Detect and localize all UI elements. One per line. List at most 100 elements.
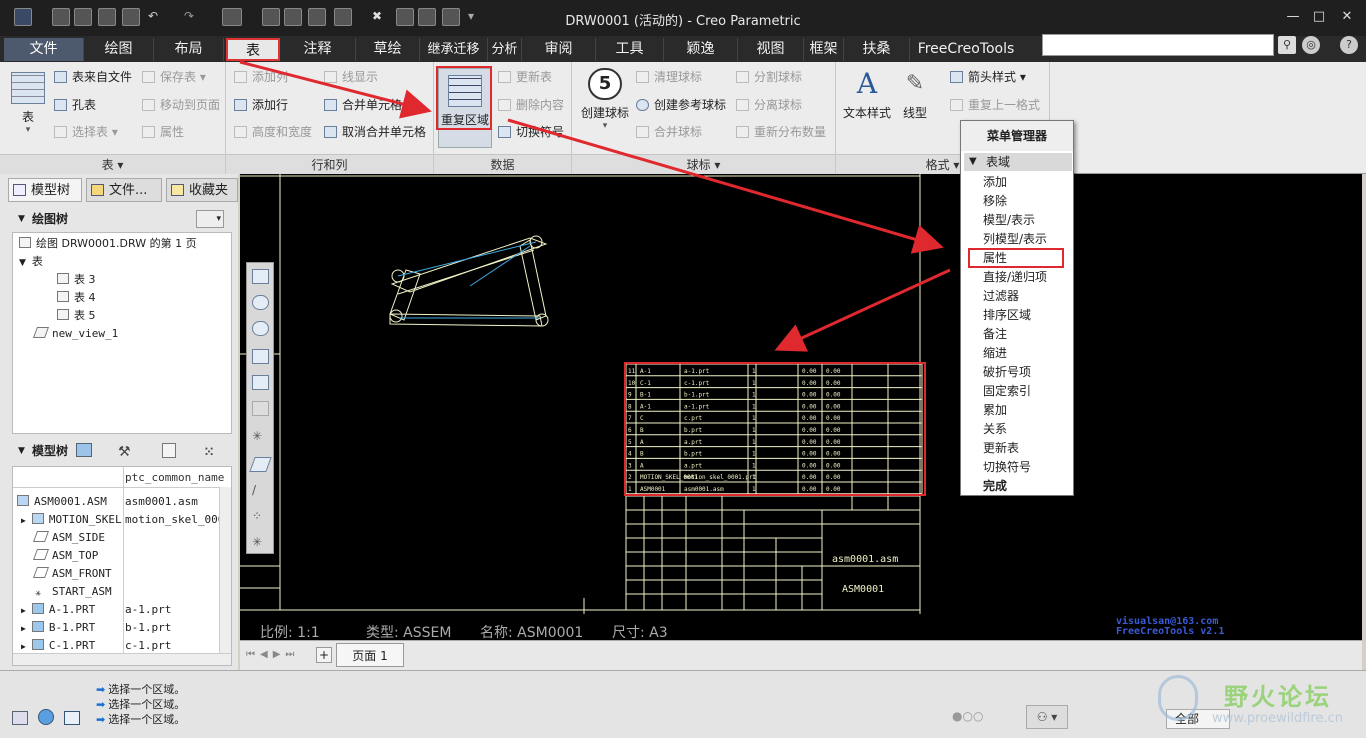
model-row[interactable]: ▶ B-1.PRT <box>21 619 95 637</box>
menu-item[interactable]: 过滤器 <box>983 287 1019 306</box>
message-icon[interactable] <box>12 711 28 725</box>
menu-section-table-region[interactable]: ▼ 表域 <box>964 153 1072 171</box>
zoom-out-icon[interactable] <box>252 321 269 336</box>
text-style-button[interactable]: A 文本样式 <box>840 68 894 121</box>
browser-icon[interactable] <box>38 709 54 725</box>
tree-columns-icon[interactable] <box>162 443 176 458</box>
tab-tools[interactable]: 工具 <box>596 38 664 61</box>
tree-node-table4[interactable]: 表 4 <box>57 289 96 307</box>
table-button[interactable]: 表 ▾ <box>8 72 48 135</box>
add-column-button[interactable]: 添加列 <box>234 68 288 86</box>
menu-item[interactable]: 排序区域 <box>983 306 1031 325</box>
tab-review[interactable]: 审阅 <box>522 38 596 61</box>
add-row-button[interactable]: 添加行 <box>234 96 288 114</box>
tree-node-tables[interactable]: ▼ 表 <box>19 253 43 271</box>
tab-table[interactable]: 表 <box>226 38 280 61</box>
drawing-tree-header[interactable]: ▼ 绘图树 ▾ <box>12 208 232 230</box>
display-style-icon[interactable] <box>252 375 269 390</box>
menu-item[interactable]: 切换符号 <box>983 458 1031 477</box>
menu-item[interactable]: 备注 <box>983 325 1007 344</box>
tree-node-view[interactable]: new_view_1 <box>32 325 118 343</box>
tab-model-tree[interactable]: 模型树 <box>8 178 82 202</box>
menu-item[interactable]: 移除 <box>983 192 1007 211</box>
search-icon[interactable]: ⚲ <box>1278 36 1296 54</box>
saved-views-icon[interactable] <box>252 401 269 416</box>
refit-icon[interactable] <box>252 269 269 284</box>
split-balloon-button[interactable]: 分割球标 <box>736 68 802 86</box>
close-button[interactable]: ✕ <box>1338 9 1356 25</box>
column-header[interactable]: ptc_common_name <box>125 469 224 487</box>
group-title-balloon[interactable]: 球标 ▾ <box>572 154 835 174</box>
line-style-button[interactable]: ✎ 线型 <box>896 68 934 121</box>
zoom-in-icon[interactable] <box>252 295 269 310</box>
tab-drawing[interactable]: 绘图 <box>84 38 154 61</box>
tab-view[interactable]: 视图 <box>738 38 804 61</box>
menu-item[interactable]: 累加 <box>983 401 1007 420</box>
model-row[interactable]: ASM_TOP <box>32 547 98 565</box>
tab-frame[interactable]: 框架 <box>804 38 844 61</box>
csys-display-icon[interactable]: ✳ <box>252 535 269 550</box>
tree-node-table5[interactable]: 表 5 <box>57 307 96 325</box>
tab-favorites[interactable]: 收藏夹 <box>166 178 238 202</box>
menu-item[interactable]: 更新表 <box>983 439 1019 458</box>
repaint-icon[interactable] <box>252 349 269 364</box>
move-to-page-button[interactable]: 移动到页面 <box>142 96 220 114</box>
switch-symbol-button[interactable]: 切换符号 <box>498 123 564 141</box>
model-row[interactable]: ▶ A-1.PRT <box>21 601 95 619</box>
model-tree-header[interactable]: ▼ 模型树 ⚒ ⁙ <box>12 440 232 462</box>
model-row[interactable]: ASM_SIDE <box>32 529 105 547</box>
model-row[interactable]: ASM_FRONT <box>32 565 112 583</box>
height-width-button[interactable]: 高度和宽度 <box>234 123 312 141</box>
select-table-button[interactable]: 选择表 ▾ <box>54 123 118 141</box>
tab-fusang[interactable]: 扶桑 <box>844 38 910 61</box>
redistribute-qty-button[interactable]: 重新分布数量 <box>736 123 826 141</box>
vertical-scrollbar[interactable] <box>219 487 231 655</box>
minimize-button[interactable]: — <box>1284 9 1302 25</box>
detach-balloon-button[interactable]: 分离球标 <box>736 96 802 114</box>
add-page-icon[interactable]: + <box>316 647 332 663</box>
point-display-icon[interactable]: ⁘ <box>252 509 269 524</box>
tab-yingyi[interactable]: 颖逸 <box>664 38 738 61</box>
clean-balloons-button[interactable]: 清理球标 <box>636 68 702 86</box>
menu-item[interactable]: 列模型/表示 <box>983 230 1047 249</box>
unmerge-cells-button[interactable]: 取消合并单元格 <box>324 123 426 141</box>
line-display-button[interactable]: 线显示 <box>324 68 378 86</box>
help-icon[interactable]: ◎ <box>1302 36 1320 54</box>
plane-display-icon[interactable] <box>249 457 272 472</box>
arrow-style-button[interactable]: 箭头样式 ▾ <box>950 68 1026 86</box>
menu-item[interactable]: 模型/表示 <box>983 211 1035 230</box>
menu-item[interactable]: 缩进 <box>983 344 1007 363</box>
table-properties-button[interactable]: 属性 <box>142 123 184 141</box>
merge-balloons-button[interactable]: 合并球标 <box>636 123 702 141</box>
maximize-button[interactable]: □ <box>1310 9 1328 25</box>
model-row[interactable]: ✳ START_ASM <box>35 583 112 601</box>
menu-item[interactable]: 关系 <box>983 420 1007 439</box>
filter-icon[interactable]: ⁙ <box>204 441 214 463</box>
axis-display-icon[interactable]: / <box>252 483 269 498</box>
delete-content-button[interactable]: 删除内容 <box>498 96 564 114</box>
horizontal-scrollbar[interactable] <box>13 653 231 665</box>
settings-icon[interactable]: ? <box>1340 36 1358 54</box>
tree-node-table3[interactable]: 表 3 <box>57 271 96 289</box>
table-from-file-button[interactable]: 表来自文件 <box>54 68 132 86</box>
tab-sketch[interactable]: 草绘 <box>356 38 420 61</box>
merge-cells-button[interactable]: 合并单元格 <box>324 96 402 114</box>
tab-file[interactable]: 文件 <box>4 38 84 61</box>
hole-table-button[interactable]: 孔表 <box>54 96 96 114</box>
menu-item[interactable]: 固定索引 <box>983 382 1031 401</box>
model-display-icon[interactable] <box>76 443 92 457</box>
save-table-button[interactable]: 保存表 ▾ <box>142 68 206 86</box>
create-ref-balloon-button[interactable]: 创建参考球标 <box>636 96 726 114</box>
repeat-last-format-button[interactable]: 重复上一格式 <box>950 96 1040 114</box>
menu-item[interactable]: 添加 <box>983 173 1007 192</box>
tab-files[interactable]: 文件... <box>86 178 162 202</box>
search-input[interactable] <box>1042 34 1274 56</box>
tab-annotate[interactable]: 注释 <box>280 38 356 61</box>
tab-freecreotools[interactable]: FreeCreoTools <box>910 38 1022 61</box>
group-title-table[interactable]: 表 ▾ <box>0 154 225 174</box>
selection-filter-icon[interactable]: ⚇ ▾ <box>1026 705 1068 729</box>
model-row[interactable]: ASM0001.ASM <box>17 493 107 511</box>
tools-icon[interactable]: ⚒ <box>118 441 131 463</box>
tree-settings-icon[interactable]: ▾ <box>196 210 224 228</box>
menu-item[interactable]: 完成 <box>983 477 1007 496</box>
